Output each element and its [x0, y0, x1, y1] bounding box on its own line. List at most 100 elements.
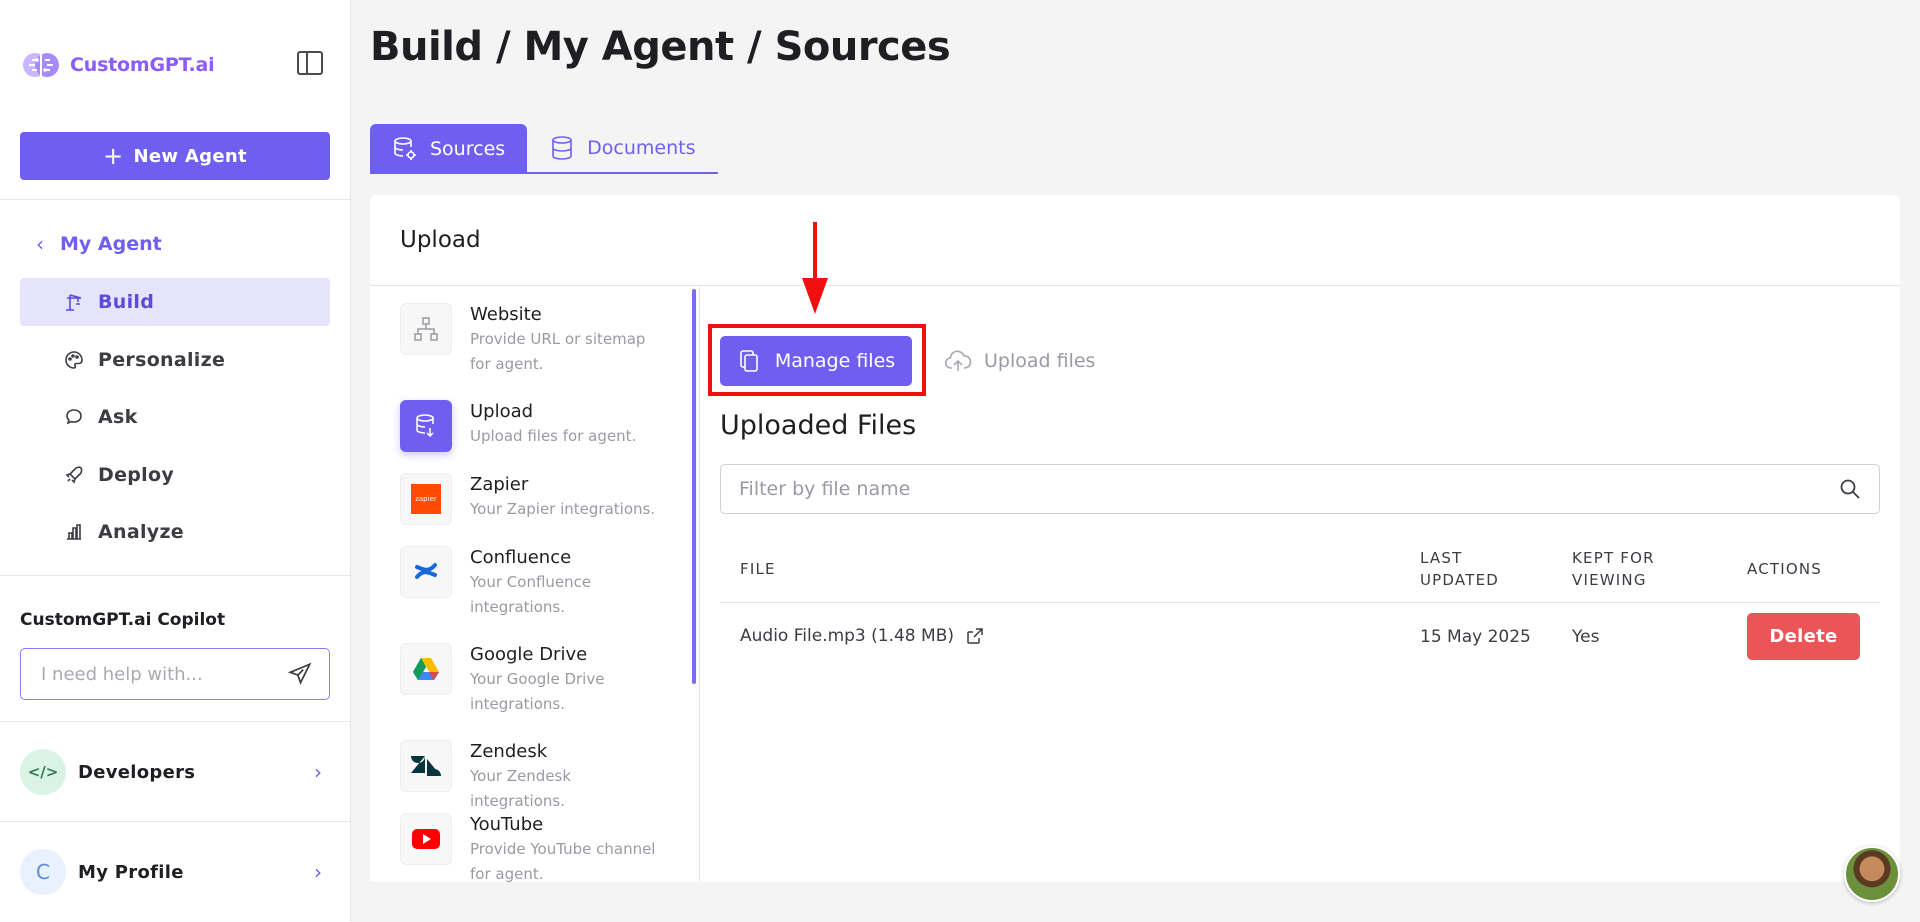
- manage-files-button[interactable]: Manage files: [720, 336, 912, 386]
- copilot-input[interactable]: [41, 663, 287, 685]
- bar-chart-icon: [67, 524, 81, 540]
- chevron-right-icon: ›: [314, 760, 322, 784]
- card-title: Upload: [370, 195, 1900, 286]
- uploaded-files-title: Uploaded Files: [720, 410, 917, 441]
- sidebar-item-deploy[interactable]: Deploy: [20, 451, 330, 499]
- source-zendesk[interactable]: Zendesk Your Zendesk integrations.: [400, 740, 690, 814]
- source-zapier[interactable]: zapier Zapier Your Zapier integrations.: [400, 473, 690, 525]
- header-line: VIEWING: [1572, 571, 1647, 589]
- source-title: Zapier: [470, 474, 529, 495]
- code-icon: </>: [20, 749, 66, 795]
- tab-label: Sources: [430, 138, 506, 160]
- source-google-drive[interactable]: Google Drive Your Google Drive integrati…: [400, 643, 690, 717]
- upload-card: Upload Website Provide URL or sitemap fo…: [370, 195, 1900, 882]
- upload-files-button[interactable]: Upload files: [944, 336, 1095, 386]
- cloud-upload-icon: [944, 350, 972, 371]
- source-confluence[interactable]: Confluence Your Confluence integrations.: [400, 546, 690, 620]
- source-desc: Upload files for agent.: [470, 427, 637, 445]
- zendesk-logo-icon: [400, 740, 452, 792]
- source-desc: Provide YouTube channel for agent.: [470, 840, 656, 882]
- source-title: Confluence: [470, 547, 572, 568]
- upload-files-label: Upload files: [984, 350, 1096, 372]
- support-chat-avatar[interactable]: [1844, 846, 1900, 902]
- last-updated-value: 15 May 2025: [1420, 627, 1531, 647]
- developers-link[interactable]: </> Developers ›: [20, 748, 330, 796]
- profile-label: My Profile: [78, 861, 184, 883]
- manage-files-label: Manage files: [774, 350, 896, 372]
- source-desc: Your Zapier integrations.: [470, 500, 656, 518]
- tab-documents[interactable]: Documents: [527, 124, 718, 174]
- send-icon[interactable]: [287, 661, 313, 687]
- zapier-logo-text: zapier: [411, 484, 441, 514]
- tabs: Sources Documents: [370, 124, 718, 174]
- sitemap-icon: [400, 303, 452, 355]
- database-upload-icon: [400, 400, 452, 452]
- sidebar-item-label: Build: [98, 291, 155, 313]
- source-desc: Your Google Drive integrations.: [470, 670, 605, 713]
- sidebar-divider: [0, 821, 351, 822]
- source-website[interactable]: Website Provide URL or sitemap for agent…: [400, 303, 690, 377]
- new-agent-button[interactable]: + New Agent: [20, 132, 330, 180]
- source-desc: Your Zendesk integrations.: [470, 767, 572, 810]
- filter-box: [720, 464, 1880, 514]
- brand[interactable]: CustomGPT.ai: [20, 44, 215, 86]
- database-gear-icon: [394, 137, 416, 160]
- sidebar-item-personalize[interactable]: Personalize: [20, 336, 330, 384]
- source-title: Zendesk: [470, 741, 548, 762]
- crane-icon: [66, 294, 82, 311]
- source-title: Google Drive: [470, 644, 588, 665]
- chat-icon: [66, 409, 82, 425]
- sidebar-item-build[interactable]: Build: [20, 278, 330, 326]
- source-youtube[interactable]: YouTube Provide YouTube channel for agen…: [400, 813, 690, 882]
- source-title: YouTube: [470, 814, 544, 835]
- page-title: Build / My Agent / Sources: [370, 24, 951, 70]
- kept-value: Yes: [1572, 627, 1600, 647]
- sidebar: CustomGPT.ai + New Agent ‹ My Agent Buil…: [0, 0, 351, 922]
- sidebar-item-label: Ask: [98, 406, 138, 428]
- sidebar-toggle-icon[interactable]: [297, 51, 323, 75]
- scrollbar-thumb[interactable]: [692, 289, 696, 684]
- file-name: Audio File.mp3 (1.48 MB): [740, 626, 954, 646]
- chevron-left-icon: ‹: [36, 232, 44, 256]
- table-header-kept-for-viewing: KEPT FOR VIEWING: [1572, 547, 1655, 591]
- header-line: LAST: [1420, 549, 1463, 567]
- header-line: KEPT FOR: [1572, 549, 1655, 567]
- sidebar-item-label: Deploy: [98, 464, 175, 486]
- copilot-input-box: [20, 648, 330, 700]
- source-upload[interactable]: Upload Upload files for agent.: [400, 400, 690, 452]
- plus-icon: +: [103, 142, 124, 170]
- sidebar-divider: [0, 199, 351, 200]
- table-header-file: FILE: [740, 560, 776, 578]
- external-link-icon[interactable]: [966, 627, 984, 645]
- developers-label: Developers: [78, 761, 196, 783]
- source-desc: Provide URL or sitemap for agent.: [470, 330, 646, 373]
- sidebar-divider: [0, 575, 351, 576]
- back-to-my-agent-link[interactable]: ‹ My Agent: [36, 232, 162, 256]
- copilot-title: CustomGPT.ai Copilot: [20, 610, 226, 630]
- sidebar-item-analyze[interactable]: Analyze: [20, 508, 330, 556]
- header-line: UPDATED: [1420, 571, 1499, 589]
- search-icon[interactable]: [1839, 478, 1861, 500]
- delete-button[interactable]: Delete: [1747, 613, 1860, 660]
- new-agent-label: New Agent: [133, 145, 247, 167]
- profile-avatar: C: [20, 849, 66, 895]
- sidebar-item-label: Analyze: [98, 521, 184, 543]
- chevron-right-icon: ›: [314, 860, 322, 884]
- red-arrow-annotation: [802, 222, 828, 314]
- table-row-file: Audio File.mp3 (1.48 MB): [740, 626, 984, 646]
- google-drive-logo-icon: [400, 643, 452, 695]
- table-divider: [720, 602, 1880, 603]
- tab-label: Documents: [587, 137, 696, 159]
- my-profile-link[interactable]: C My Profile ›: [20, 848, 330, 896]
- tab-sources[interactable]: Sources: [370, 124, 528, 174]
- sidebar-item-ask[interactable]: Ask: [20, 393, 330, 441]
- filter-input[interactable]: [739, 478, 1839, 500]
- youtube-logo-icon: [400, 813, 452, 865]
- sidebar-divider: [0, 721, 351, 722]
- source-title: Upload: [470, 401, 534, 422]
- sidebar-item-label: Personalize: [98, 349, 226, 371]
- source-title: Website: [470, 304, 542, 325]
- confluence-logo-icon: [400, 546, 452, 598]
- rocket-icon: [65, 466, 83, 484]
- brand-name: CustomGPT.ai: [70, 54, 215, 76]
